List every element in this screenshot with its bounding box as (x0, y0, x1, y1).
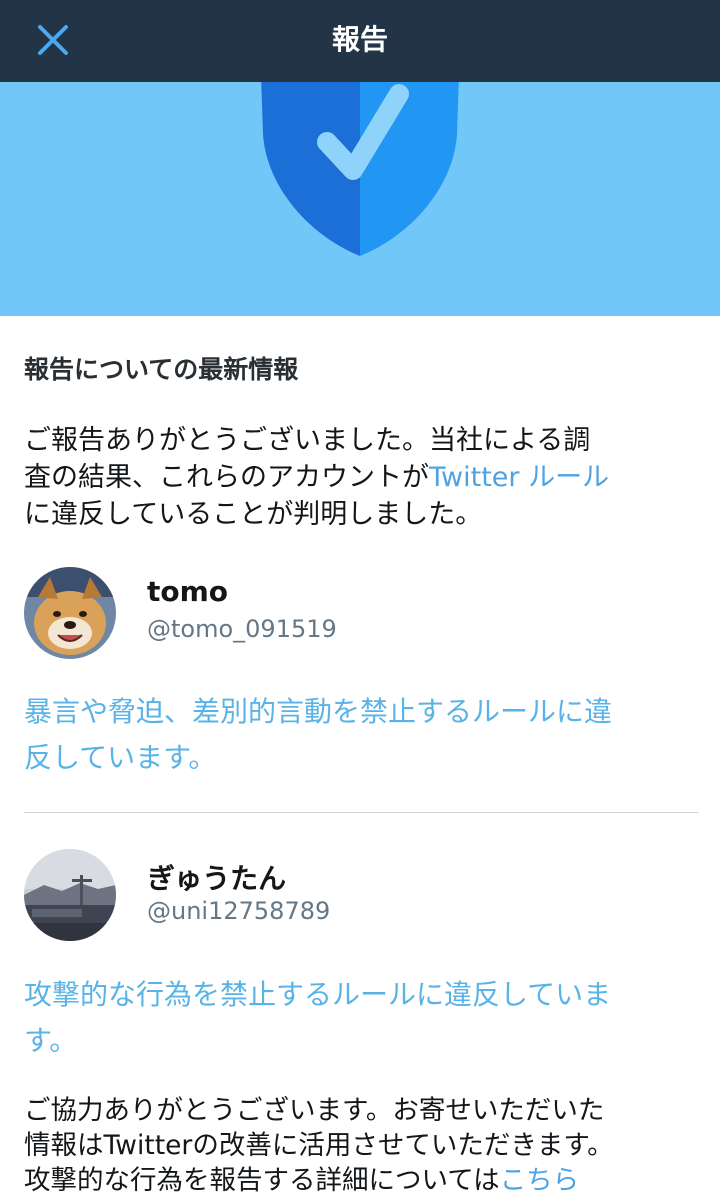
violation-link[interactable]: 攻撃的な行為を禁止するルールに違反していま す。 (24, 972, 700, 1064)
avatar[interactable] (24, 849, 116, 941)
close-button[interactable] (30, 17, 78, 65)
account-name[interactable]: tomo (147, 575, 228, 608)
closing-line: ご協力ありがとうございます。お寄せいただいた (24, 1095, 605, 1126)
harbor-avatar-icon (24, 849, 116, 941)
violation-line[interactable]: す。 (24, 1018, 700, 1064)
details-link[interactable]: こちら (500, 1165, 580, 1196)
violation-line[interactable]: 暴言や脅迫、差別的言動を禁止するルールに違 (24, 689, 700, 735)
page-title: 報告 (331, 23, 388, 56)
avatar[interactable] (24, 567, 116, 659)
violation-link[interactable]: 暴言や脅迫、差別的言動を禁止するルールに違 反しています。 (24, 689, 700, 781)
hero-banner (0, 82, 720, 316)
closing-text: ご協力ありがとうございます。お寄せいただいた 情報はTwitterの改善に活用さ… (24, 1093, 714, 1198)
intro-line: ご報告ありがとうございました。当社による調 (24, 425, 591, 456)
intro-line: 査の結果、これらのアカウントがTwitter ルール (24, 459, 700, 496)
account-handle[interactable]: @tomo_091519 (147, 615, 337, 643)
intro-text: ご報告ありがとうございました。当社による調 査の結果、これらのアカウントがTwi… (24, 422, 700, 533)
section-heading: 報告についての最新情報 (24, 355, 299, 384)
closing-line: 情報はTwitterの改善に活用させていただきます。 (24, 1130, 614, 1161)
violation-line[interactable]: 攻撃的な行為を禁止するルールに違反していま (24, 972, 700, 1018)
top-bar: 報告 (0, 0, 720, 82)
shield-check-icon (261, 82, 459, 256)
dog-avatar-icon (24, 567, 116, 659)
account-name[interactable]: ぎゅうたん (147, 857, 286, 897)
closing-text-segment: 攻撃的な行為を報告する詳細については (24, 1165, 500, 1196)
intro-text-segment: 査の結果、これらのアカウントが (24, 462, 429, 493)
violation-line[interactable]: 反しています。 (24, 735, 700, 781)
twitter-rules-link[interactable]: Twitter ルール (429, 462, 609, 493)
account-handle[interactable]: @uni12758789 (147, 897, 330, 925)
closing-line: 攻撃的な行為を報告する詳細についてはこちら (24, 1163, 714, 1198)
close-icon[interactable] (30, 17, 78, 65)
intro-line: に違反していることが判明しました。 (24, 499, 483, 530)
divider (24, 812, 698, 813)
